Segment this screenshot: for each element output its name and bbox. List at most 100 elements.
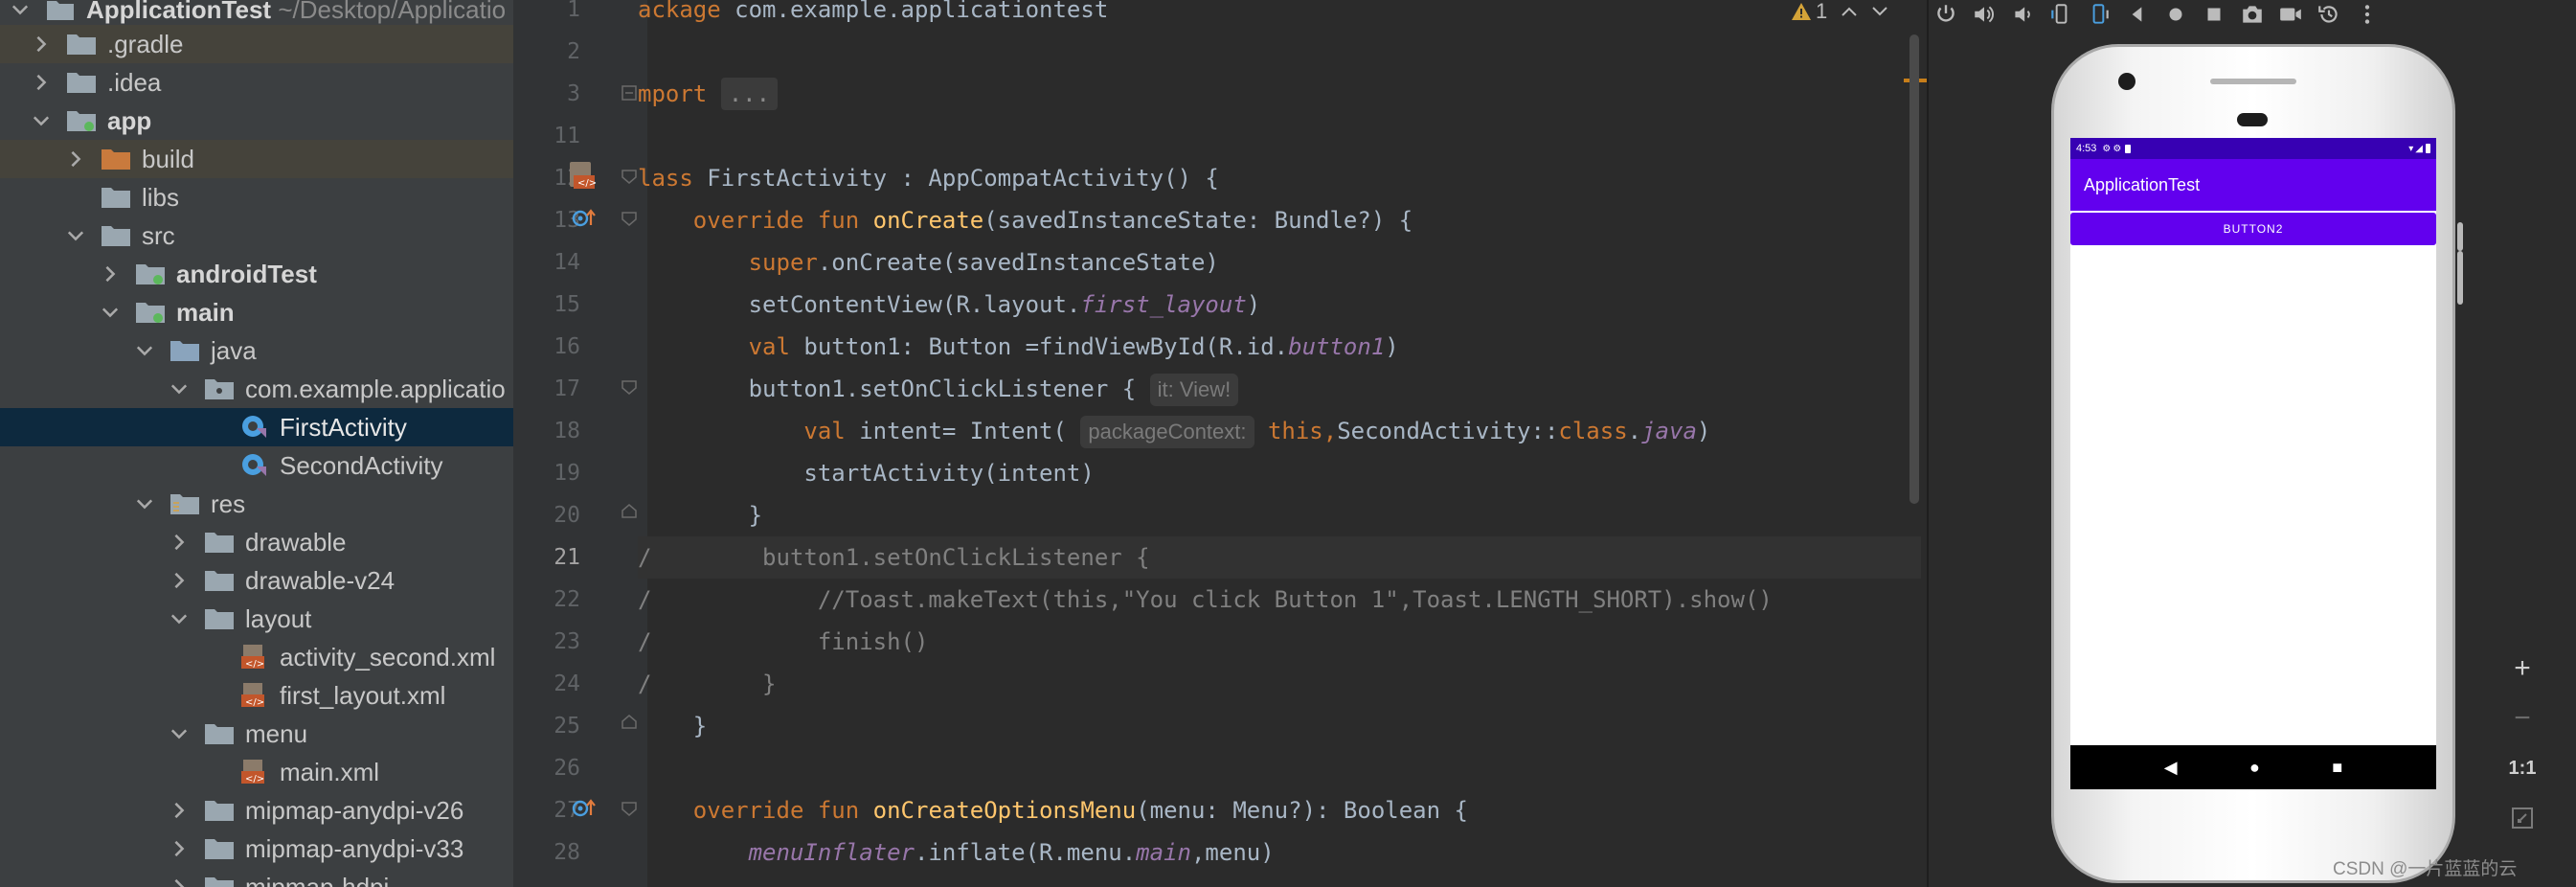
tree-item-androidtest[interactable]: androidTest <box>0 255 513 293</box>
line-number: 25 <box>554 714 580 739</box>
chevron-down-icon[interactable] <box>167 721 192 746</box>
code-line[interactable]: override fun onCreateOptionsMenu(menu: M… <box>638 789 1921 831</box>
screenrecord-icon[interactable] <box>2271 0 2310 29</box>
zoom-out-button[interactable]: − <box>2496 694 2549 743</box>
zoom-in-button[interactable]: + <box>2496 644 2549 694</box>
button2[interactable]: BUTTON2 <box>2070 213 2436 245</box>
back-icon[interactable] <box>2118 0 2157 29</box>
device-volume-button[interactable] <box>2457 251 2463 305</box>
chevron-right-icon[interactable] <box>29 70 54 95</box>
chevron-down-icon[interactable] <box>8 0 33 22</box>
device-power-button[interactable] <box>2457 222 2463 251</box>
chevron-down-icon[interactable] <box>29 108 54 133</box>
code-line[interactable]: button1.setOnClickListener { it: View! <box>638 368 1921 410</box>
tree-item-gradle[interactable]: .gradle <box>0 25 513 63</box>
code-line[interactable]: / } <box>638 663 1921 705</box>
fold-marker-icon[interactable] <box>621 504 638 521</box>
device-screen[interactable]: 4:53 ⚙ ⚙ ▾ ◢ ApplicationTest BUTTON2 ◀ ●… <box>2070 138 2436 789</box>
code-line[interactable]: } <box>638 494 1921 536</box>
tree-item-mipmap-anydpi-v26[interactable]: mipmap-anydpi-v26 <box>0 791 513 830</box>
chevron-right-icon[interactable] <box>98 262 123 286</box>
tree-item-libs[interactable]: libs <box>0 178 513 216</box>
chevron-up-icon[interactable] <box>1841 5 1858 18</box>
tree-item-mipmap-anydpi-v33[interactable]: mipmap-anydpi-v33 <box>0 830 513 868</box>
chevron-down-icon[interactable] <box>132 338 157 363</box>
rotate-right-icon[interactable] <box>2080 0 2118 29</box>
chevron-down-icon[interactable] <box>167 606 192 631</box>
tree-item-first-layout-xml[interactable]: </> first_layout.xml <box>0 676 513 715</box>
code-line[interactable]: startActivity(intent) <box>638 452 1921 494</box>
chevron-right-icon[interactable] <box>167 798 192 823</box>
volume-up-icon[interactable] <box>1965 0 2003 29</box>
nav-back-icon[interactable]: ◀ <box>2164 758 2178 778</box>
rotate-left-icon[interactable] <box>2042 0 2080 29</box>
code-line[interactable]: / finish() <box>638 621 1921 663</box>
code-line[interactable]: lass FirstActivity : AppCompatActivity()… <box>638 157 1921 199</box>
fold-marker-icon[interactable] <box>621 715 638 732</box>
xml-layout-gutter-icon[interactable]: </> <box>567 159 598 192</box>
snapshot-icon[interactable] <box>2310 0 2348 29</box>
fold-marker-icon[interactable] <box>621 167 638 184</box>
code-line[interactable]: val intent= Intent( packageContext: this… <box>638 410 1921 452</box>
tree-item-com-example-applicatio[interactable]: com.example.applicatio <box>0 370 513 408</box>
chevron-right-icon[interactable] <box>63 147 88 171</box>
volume-down-icon[interactable] <box>2003 0 2042 29</box>
code-line[interactable]: / //Toast.makeText(this,"You click Butto… <box>638 579 1921 621</box>
power-icon[interactable] <box>1927 0 1965 29</box>
overview-icon[interactable] <box>2195 0 2233 29</box>
tree-item-drawable-v24[interactable]: drawable-v24 <box>0 561 513 600</box>
tree-item-build[interactable]: build <box>0 140 513 178</box>
home-icon[interactable] <box>2157 0 2195 29</box>
code-line[interactable]: override fun onCreate(savedInstanceState… <box>638 199 1921 241</box>
tree-item-activity-second-xml[interactable]: </> activity_second.xml <box>0 638 513 676</box>
chevron-down-icon[interactable] <box>1871 5 1888 18</box>
editor-scrollbar[interactable] <box>1909 34 1919 504</box>
nav-recents-icon[interactable]: ■ <box>2332 758 2342 778</box>
more-options-icon[interactable] <box>2348 0 2386 29</box>
chevron-down-icon[interactable] <box>167 376 192 401</box>
fold-marker-icon[interactable] <box>621 799 638 816</box>
fold-marker-icon[interactable] <box>621 209 638 226</box>
tree-item-layout[interactable]: layout <box>0 600 513 638</box>
override-gutter-icon[interactable] <box>571 795 599 820</box>
tree-item-main[interactable]: main <box>0 293 513 331</box>
fit-screen-button[interactable] <box>2496 793 2549 843</box>
fold-marker-icon[interactable] <box>621 377 638 395</box>
collapsed-imports[interactable]: ... <box>720 78 779 110</box>
chevron-down-icon[interactable] <box>63 223 88 248</box>
chevron-right-icon[interactable] <box>167 836 192 861</box>
code-line-current[interactable]: / button1.setOnClickListener { <box>638 536 1921 579</box>
tree-item-java[interactable]: java <box>0 331 513 370</box>
nav-home-icon[interactable]: ● <box>2249 758 2260 778</box>
tree-item-mipmap-hdpi[interactable]: mipmap-hdpi <box>0 868 513 887</box>
camera-icon[interactable] <box>2233 0 2271 29</box>
tree-item-label: res <box>211 489 246 518</box>
code-line[interactable]: menuInflater.inflate(R.menu.main,menu) <box>638 831 1921 874</box>
code-line[interactable]: val button1: Button =findViewById(R.id.b… <box>638 326 1921 368</box>
zoom-reset-button[interactable]: 1:1 <box>2496 743 2549 793</box>
inspection-widget[interactable]: 1 <box>1791 0 1888 23</box>
override-gutter-icon[interactable] <box>571 205 599 230</box>
tree-item-idea[interactable]: .idea <box>0 63 513 102</box>
chevron-right-icon[interactable] <box>167 530 192 555</box>
code-line[interactable]: super.onCreate(savedInstanceState) <box>638 241 1921 284</box>
tree-item-res[interactable]: res <box>0 485 513 523</box>
chevron-down-icon[interactable] <box>132 491 157 516</box>
chevron-right-icon[interactable] <box>167 875 192 887</box>
code-line[interactable]: } <box>638 705 1921 747</box>
tree-item-label: mipmap-anydpi-v26 <box>245 795 464 825</box>
tree-item-drawable[interactable]: drawable <box>0 523 513 561</box>
tree-item-app[interactable]: app <box>0 102 513 140</box>
tree-item-secondactivity[interactable]: SecondActivity <box>0 446 513 485</box>
code-line[interactable]: setContentView(R.layout.first_layout) <box>638 284 1921 326</box>
chevron-right-icon[interactable] <box>29 32 54 57</box>
code-line[interactable]: mport ... <box>638 73 1921 115</box>
chevron-right-icon[interactable] <box>167 568 192 593</box>
tree-item-menu[interactable]: menu <box>0 715 513 753</box>
tree-item-src[interactable]: src <box>0 216 513 255</box>
tree-item-main-xml[interactable]: </> main.xml <box>0 753 513 791</box>
code-line[interactable]: ackage com.example.applicationtest <box>638 0 1921 31</box>
tree-item-firstactivity[interactable]: FirstActivity <box>0 408 513 446</box>
chevron-down-icon[interactable] <box>98 300 123 325</box>
fold-marker-icon[interactable] <box>621 84 638 102</box>
